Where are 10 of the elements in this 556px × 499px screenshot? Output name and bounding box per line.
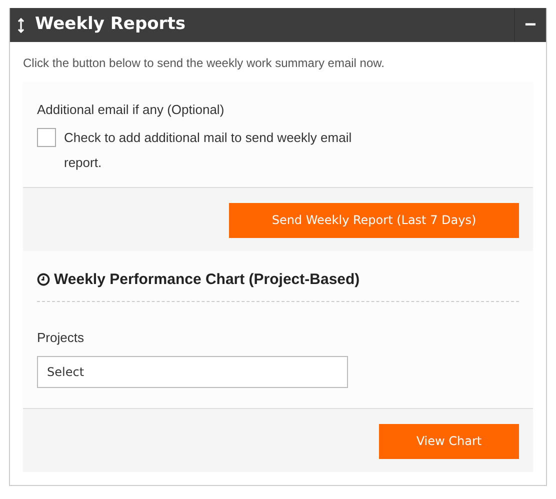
checkbox-label: Check to add additional mail to send weekly email report. [64,128,353,172]
project-select[interactable]: Select [37,356,348,388]
panel-title: Weekly Reports [35,13,186,36]
checkbox[interactable] [37,128,56,146]
field-label: Projects [37,329,85,347]
resize-icon [18,18,24,32]
field-label: Additional email if any (Optional) [37,101,226,119]
intro-text: Click the button below to send the weekly work summary email now. [23,55,386,72]
clock-icon [37,273,50,286]
section-heading: Weekly Performance Chart (Project-Based) [54,270,360,290]
